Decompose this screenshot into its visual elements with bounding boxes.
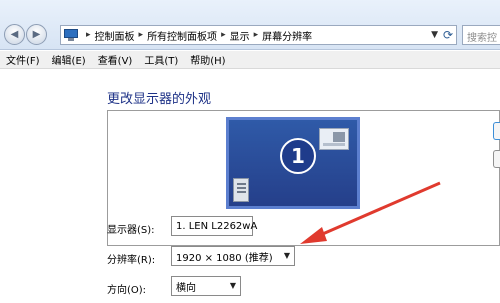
computer-tower-icon: [233, 178, 249, 202]
address-dropdown-icon[interactable]: ▼: [431, 30, 438, 40]
menu-view[interactable]: 查看(V): [98, 52, 133, 67]
breadcrumb-separator-icon[interactable]: ▸: [221, 30, 226, 40]
menu-bar: 文件(F) 编辑(E) 查看(V) 工具(T) 帮助(H): [0, 51, 500, 69]
window-preview-icon: [319, 128, 349, 150]
monitor-number-badge: 1: [280, 138, 316, 174]
display-control-panel-icon: [64, 29, 78, 41]
forward-button[interactable]: ▶: [26, 24, 47, 45]
search-input[interactable]: 搜索控: [462, 25, 500, 45]
resolution-label: 分辨率(R):: [107, 255, 156, 266]
breadcrumb-control-panel[interactable]: 控制面板: [95, 28, 135, 43]
orientation-select[interactable]: 横向 ▼: [171, 276, 241, 296]
display-preview-area: 1: [107, 110, 500, 246]
address-bar-region: ◀ ▶ ▸ 控制面板 ▸ 所有控制面板项 ▸ 显示 ▸ 屏幕分辨率 ▼ ⟳ 搜索…: [0, 0, 500, 50]
forward-arrow-icon: ▶: [32, 29, 41, 40]
resolution-select[interactable]: 1920 × 1080 (推荐) ▼: [171, 246, 295, 266]
menu-edit[interactable]: 编辑(E): [52, 52, 86, 67]
address-box[interactable]: ▸ 控制面板 ▸ 所有控制面板项 ▸ 显示 ▸ 屏幕分辨率 ▼: [60, 25, 457, 45]
resolution-select-value: 1920 × 1080 (推荐): [176, 252, 273, 264]
menu-tools[interactable]: 工具(T): [144, 52, 178, 67]
menu-help[interactable]: 帮助(H): [190, 52, 225, 67]
main-content: 更改显示器的外观 1 显示器(S): 1. LEN L2262wA 分辨率(R)…: [0, 70, 500, 303]
breadcrumb-separator-icon[interactable]: ▸: [86, 30, 91, 40]
identify-button[interactable]: [493, 150, 500, 168]
menu-file[interactable]: 文件(F): [6, 52, 40, 67]
refresh-icon[interactable]: ⟳: [440, 27, 456, 43]
detect-button[interactable]: [493, 122, 500, 140]
breadcrumb-separator-icon[interactable]: ▸: [139, 30, 144, 40]
breadcrumb-display[interactable]: 显示: [230, 28, 250, 43]
chevron-down-icon: ▼: [283, 251, 290, 260]
monitor-1-thumbnail[interactable]: 1: [226, 117, 360, 209]
breadcrumb-separator-icon[interactable]: ▸: [254, 30, 259, 40]
display-select-value: 1. LEN L2262wA: [176, 220, 258, 232]
display-label: 显示器(S):: [107, 225, 155, 236]
orientation-select-value: 横向: [176, 282, 196, 294]
chevron-down-icon: ▼: [229, 281, 236, 290]
back-arrow-icon: ◀: [10, 29, 19, 40]
display-select[interactable]: 1. LEN L2262wA: [171, 216, 257, 236]
orientation-label: 方向(O):: [107, 285, 147, 296]
back-button[interactable]: ◀: [4, 24, 25, 45]
breadcrumb-all-items[interactable]: 所有控制面板项: [147, 28, 217, 43]
page-title: 更改显示器的外观: [107, 92, 212, 107]
breadcrumb-screen-resolution[interactable]: 屏幕分辨率: [262, 28, 312, 43]
